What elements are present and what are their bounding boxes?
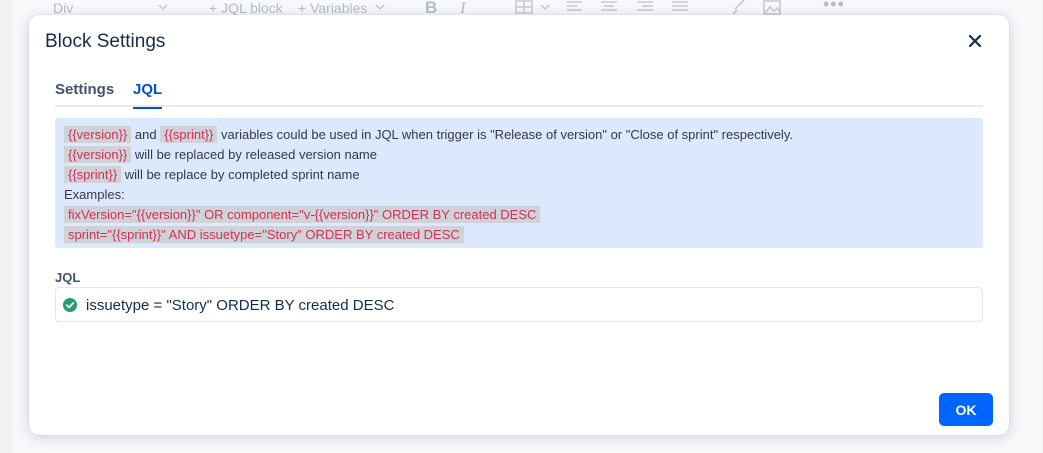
code-version-variable: {{version}} — [64, 126, 132, 143]
info-text-sprint: will be replace by completed sprint name — [124, 167, 360, 182]
chevron-down-icon — [158, 4, 168, 11]
tab-settings[interactable]: Settings — [55, 81, 114, 107]
block-type-select: Div — [53, 0, 74, 16]
info-example-1: fixVersion="{{version}}" OR component="v… — [64, 205, 974, 225]
check-circle-icon — [63, 298, 77, 312]
code-sprint-variable: {{sprint}} — [64, 166, 122, 183]
tab-jql[interactable]: JQL — [133, 81, 163, 109]
info-text-and: and — [134, 127, 157, 142]
add-jql-block-button: + JQL block — [209, 0, 283, 16]
jql-variables-info-panel: {{version}} and {{sprint}} variables cou… — [55, 118, 983, 248]
block-settings-modal: Block Settings Settings JQL {{version}} … — [29, 15, 1009, 435]
info-example-2: sprint="{{sprint}}" AND issuetype="Story… — [64, 225, 974, 245]
info-line-variables: {{version}} and {{sprint}} variables cou… — [64, 125, 974, 145]
align-left-icon — [567, 1, 582, 11]
info-text-variables-usage: variables could be used in JQL when trig… — [221, 127, 793, 142]
info-examples-label: Examples: — [64, 187, 125, 202]
chevron-down-icon — [375, 4, 385, 11]
code-version-variable: {{version}} — [64, 146, 132, 163]
align-center-icon — [601, 1, 617, 11]
ok-button[interactable]: OK — [939, 393, 993, 426]
align-right-icon — [637, 1, 653, 11]
close-icon — [968, 34, 982, 48]
jql-field — [55, 287, 983, 322]
link-icon — [732, 0, 745, 14]
more-options-icon: ••• — [823, 0, 845, 14]
chevron-down-icon — [540, 4, 550, 11]
info-line-version: {{version}} will be replaced by released… — [64, 145, 974, 165]
info-line-sprint: {{sprint}} will be replace by completed … — [64, 165, 974, 185]
jql-input[interactable] — [86, 295, 966, 315]
close-button[interactable] — [963, 29, 987, 53]
align-justify-icon — [672, 1, 688, 11]
table-icon — [515, 0, 533, 14]
modal-title: Block Settings — [45, 31, 166, 52]
tab-bar: Settings JQL — [55, 81, 983, 109]
image-icon — [763, 0, 781, 15]
jql-field-label: JQL — [55, 270, 81, 285]
code-example-1: fixVersion="{{version}}" OR component="v… — [64, 206, 541, 223]
code-example-2: sprint="{{sprint}}" AND issuetype="Story… — [64, 226, 464, 243]
code-sprint-variable: {{sprint}} — [160, 126, 218, 143]
info-text-version: will be replaced by released version nam… — [134, 147, 377, 162]
add-variables-button: + Variables — [298, 0, 368, 16]
